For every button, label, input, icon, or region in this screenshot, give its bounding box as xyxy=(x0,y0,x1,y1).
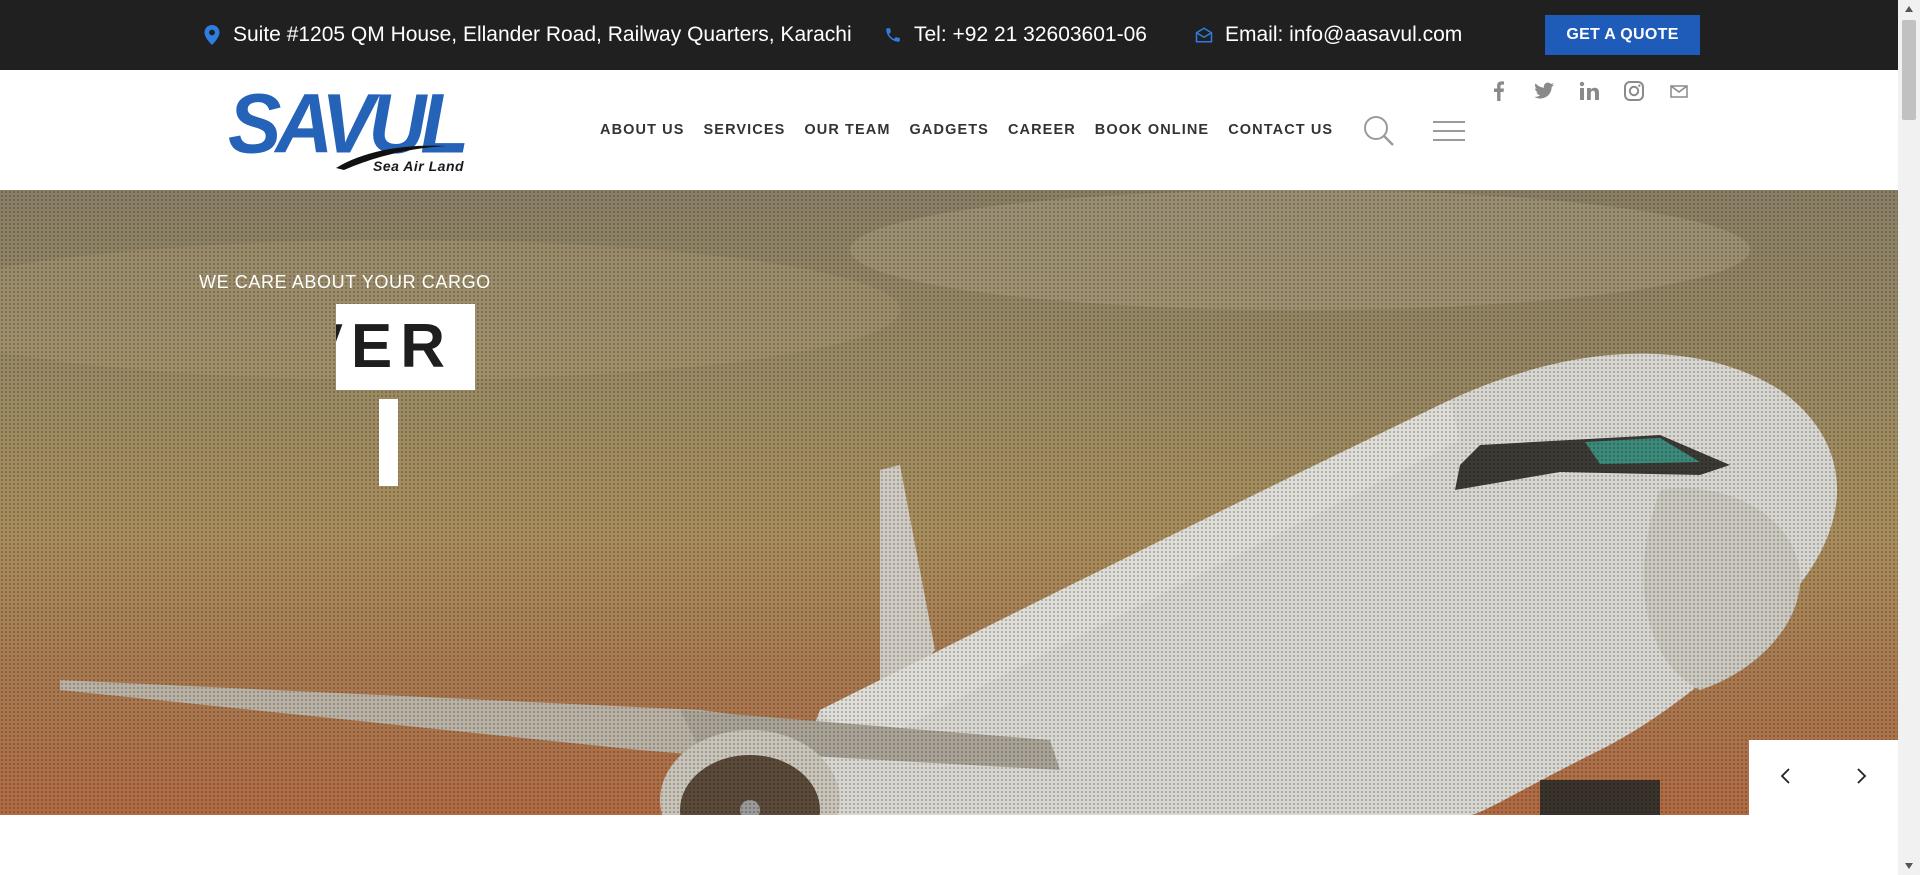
triangle-down-icon xyxy=(1905,863,1913,869)
phone-info[interactable]: Tel: +92 21 32603601-06 xyxy=(884,0,1147,70)
social-links xyxy=(1488,80,1713,102)
nav-contact-us[interactable]: CONTACT US xyxy=(1228,122,1333,138)
triangle-up-icon xyxy=(1905,6,1913,12)
instagram-icon[interactable] xyxy=(1623,80,1645,102)
nav-about-us[interactable]: ABOUT US xyxy=(600,122,685,138)
email-info[interactable]: Email: info@aasavul.com xyxy=(1195,0,1462,70)
phone-text[interactable]: Tel: +92 21 32603601-06 xyxy=(914,23,1147,47)
chevron-right-icon xyxy=(1857,768,1867,784)
hero-headline-box-secondary xyxy=(379,399,398,486)
map-pin-icon xyxy=(204,25,220,45)
email-text[interactable]: Email: info@aasavul.com xyxy=(1225,23,1462,47)
nav-services[interactable]: SERVICES xyxy=(704,122,786,138)
twitter-icon[interactable] xyxy=(1533,80,1555,102)
top-info-bar: Suite #1205 QM House, Ellander Road, Rai… xyxy=(0,0,1898,70)
slider-next-button[interactable] xyxy=(1824,740,1898,815)
hamburger-menu-icon[interactable] xyxy=(1433,120,1465,142)
nav-our-team[interactable]: OUR TEAM xyxy=(804,122,890,138)
site-header: SAVUL Sea Air Land ABOUT US SERVICES OUR… xyxy=(0,70,1898,190)
address-text: Suite #1205 QM House, Ellander Road, Rai… xyxy=(233,23,852,46)
search-icon[interactable] xyxy=(1363,115,1395,147)
nav-book-online[interactable]: BOOK ONLINE xyxy=(1095,122,1209,138)
nav-career[interactable]: CAREER xyxy=(1008,122,1076,138)
hero-headline-box: VER xyxy=(336,304,475,390)
scroll-up-arrow[interactable] xyxy=(1898,0,1920,18)
phone-icon xyxy=(886,28,900,42)
page-scrollbar[interactable] xyxy=(1898,0,1920,875)
main-nav: ABOUT US SERVICES OUR TEAM GADGETS CAREE… xyxy=(600,70,1352,190)
get-a-quote-button[interactable]: GET A QUOTE xyxy=(1545,15,1700,55)
hero-headline-text: VER xyxy=(336,312,453,381)
scroll-thumb[interactable] xyxy=(1902,20,1916,120)
slider-prev-button[interactable] xyxy=(1749,740,1823,815)
hero-eyebrow: WE CARE ABOUT YOUR CARGO xyxy=(199,272,491,292)
linkedin-icon[interactable] xyxy=(1578,80,1600,102)
chevron-left-icon xyxy=(1780,768,1790,784)
hero-slider: WE CARE ABOUT YOUR CARGO VER xyxy=(0,190,1898,815)
mail-icon[interactable] xyxy=(1668,80,1690,102)
envelope-icon xyxy=(1195,27,1213,43)
savul-logo[interactable]: SAVUL Sea Air Land xyxy=(228,81,472,178)
nav-gadgets[interactable]: GADGETS xyxy=(910,122,989,138)
facebook-icon[interactable] xyxy=(1488,80,1510,102)
logo-tagline: Sea Air Land xyxy=(373,158,465,174)
scroll-down-arrow[interactable] xyxy=(1898,857,1920,875)
slider-controls xyxy=(1749,740,1898,815)
address-info: Suite #1205 QM House, Ellander Road, Rai… xyxy=(203,0,852,70)
